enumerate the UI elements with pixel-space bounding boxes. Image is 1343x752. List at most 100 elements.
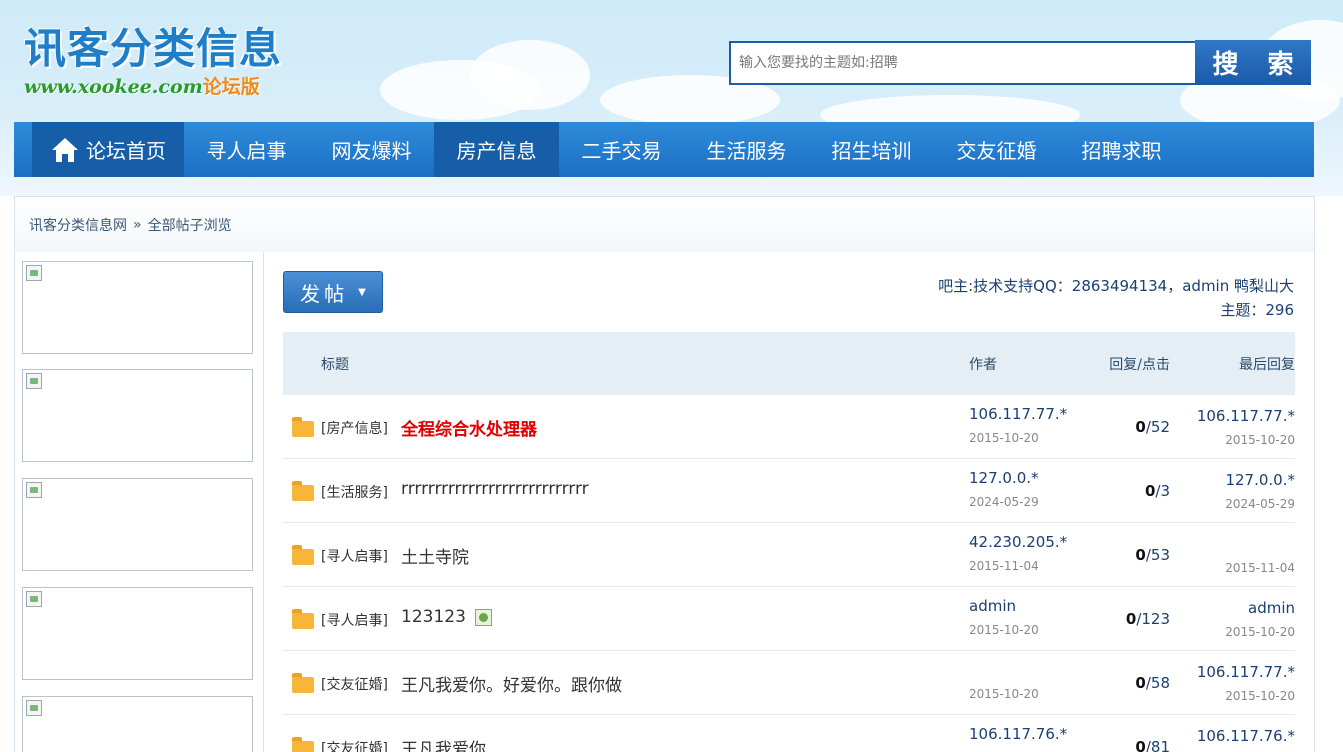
thread-title[interactable]: 全程综合水处理器 <box>401 415 537 440</box>
nav-item-label: 论坛首页 <box>86 139 166 163</box>
header-last-reply: 最后回复 <box>1239 357 1295 373</box>
table-row: [交友征婚] 王凡我爱你 106.117.76.* 2015-10-20 0/8… <box>283 715 1295 752</box>
logo-url-text: www.xookee.com <box>24 76 203 98</box>
cloud-decoration <box>470 40 590 110</box>
site-logo[interactable]: 讯客分类信息 <box>24 24 282 74</box>
image-attachment-icon <box>475 609 492 626</box>
folder-icon <box>292 673 314 693</box>
click-number: /58 <box>1145 674 1170 692</box>
new-post-label: 发帖 <box>300 281 349 306</box>
table-row: [生活服务] rrrrrrrrrrrrrrrrrrrrrrrrrrrr 127.… <box>283 459 1295 523</box>
nav-item-life-services[interactable]: 生活服务 <box>684 122 809 177</box>
nav-item-jobs[interactable]: 招聘求职 <box>1059 122 1184 177</box>
folder-icon <box>292 737 314 752</box>
sidebar <box>14 252 264 752</box>
reply-number: 0 <box>1135 546 1146 564</box>
table-row: [房产信息] 全程综合水处理器 106.117.77.* 2015-10-20 … <box>283 395 1295 459</box>
topic-count: 主题：296 <box>1220 301 1294 319</box>
breadcrumb-separator: » <box>133 216 142 233</box>
thread-author[interactable]: 42.230.205.* <box>969 533 1067 551</box>
last-reply-date: 2024-05-29 <box>1225 497 1295 511</box>
table-header: 标题 作者 回复/点击 最后回复 <box>283 332 1295 395</box>
thread-date: 2015-11-04 <box>969 559 1039 573</box>
reply-number: 0 <box>1144 482 1156 500</box>
thread-date: 2024-05-29 <box>969 495 1039 509</box>
last-reply-user[interactable]: admin <box>1248 599 1295 617</box>
thread-category[interactable]: [交友征婚] <box>321 738 388 752</box>
thread-title[interactable]: 王凡我爱你。好爱你。跟你做 <box>401 671 622 696</box>
thread-date: 2015-10-20 <box>969 687 1039 701</box>
sidebar-ad-image[interactable] <box>22 369 253 462</box>
folder-icon <box>292 545 314 565</box>
last-reply-date: 2015-10-20 <box>1225 433 1295 447</box>
header-replies: 回复/点击 <box>1109 357 1170 373</box>
last-reply-date: 2015-11-04 <box>1225 561 1295 575</box>
breadcrumb: 讯客分类信息网 » 全部帖子浏览 <box>14 196 1315 253</box>
broken-image-icon <box>26 591 42 607</box>
nav-item-netizen-reports[interactable]: 网友爆料 <box>309 122 434 177</box>
nav-item-missing-persons[interactable]: 寻人启事 <box>184 122 309 177</box>
reply-count: 0/3 <box>1145 482 1170 500</box>
last-reply-date: 2015-10-20 <box>1225 625 1295 639</box>
header-title: 标题 <box>321 357 349 373</box>
last-reply-user[interactable]: 106.117.77.* <box>1197 663 1295 681</box>
nav-item-real-estate[interactable]: 房产信息 <box>434 122 559 177</box>
thread-title[interactable]: 土土寺院 <box>401 543 469 568</box>
thread-category[interactable]: [寻人启事] <box>321 546 388 566</box>
thread-category[interactable]: [房产信息] <box>321 418 388 438</box>
last-reply-user[interactable]: 127.0.0.* <box>1225 471 1295 489</box>
last-reply-user[interactable]: 106.117.76.* <box>1197 727 1295 745</box>
header-author: 作者 <box>969 357 997 373</box>
sidebar-ad-image[interactable] <box>22 696 253 752</box>
broken-image-icon <box>26 700 42 716</box>
nav-item-home[interactable]: 论坛首页 <box>32 122 184 177</box>
click-number: /81 <box>1145 738 1170 752</box>
reply-count: 0/123 <box>1126 610 1170 628</box>
search-input[interactable] <box>729 41 1197 85</box>
thread-title[interactable]: rrrrrrrrrrrrrrrrrrrrrrrrrrrr <box>401 479 589 499</box>
folder-icon <box>292 417 314 437</box>
caret-down-icon: ▼ <box>358 286 366 298</box>
table-row: [寻人启事] 土土寺院 42.230.205.* 2015-11-04 0/53… <box>283 523 1295 587</box>
moderator-line: 吧主:技术支持QQ：2863494134，admin 鸭梨山大 <box>938 277 1294 295</box>
nav-item-education[interactable]: 招生培训 <box>809 122 934 177</box>
last-reply-date: 2015-10-20 <box>1225 689 1295 703</box>
logo-edition: 论坛版 <box>202 76 260 98</box>
folder-icon <box>292 481 314 501</box>
new-post-button[interactable]: 发帖 ▼ <box>283 271 383 313</box>
table-row: [交友征婚] 王凡我爱你。好爱你。跟你做 2015-10-20 0/58 106… <box>283 651 1295 715</box>
reply-count: 0/58 <box>1135 674 1170 692</box>
reply-number: 0 <box>1125 610 1137 628</box>
sidebar-ad-image[interactable] <box>22 261 253 354</box>
thread-category[interactable]: [生活服务] <box>321 482 388 502</box>
broken-image-icon <box>26 373 42 389</box>
thread-title[interactable]: 123123 <box>401 607 466 627</box>
folder-icon <box>292 609 314 629</box>
thread-title[interactable]: 王凡我爱你 <box>401 735 486 752</box>
main-nav: 论坛首页 寻人启事 网友爆料 房产信息 二手交易 生活服务 招生培训 交友征婚 … <box>14 122 1314 177</box>
thread-author[interactable]: 106.117.77.* <box>969 405 1067 423</box>
broken-image-icon <box>26 482 42 498</box>
site-logo-url: www.xookee.com论坛版 <box>24 74 260 100</box>
sidebar-ad-image[interactable] <box>22 478 253 571</box>
reply-number: 0 <box>1135 674 1146 692</box>
nav-item-dating[interactable]: 交友征婚 <box>934 122 1059 177</box>
home-icon <box>52 137 78 162</box>
sidebar-ad-image[interactable] <box>22 587 253 680</box>
click-number: /52 <box>1145 418 1170 436</box>
thread-category[interactable]: [交友征婚] <box>321 674 388 694</box>
breadcrumb-current: 全部帖子浏览 <box>147 217 232 234</box>
reply-number: 0 <box>1135 418 1146 436</box>
reply-count: 0/53 <box>1135 546 1170 564</box>
breadcrumb-home-link[interactable]: 讯客分类信息网 <box>29 215 127 235</box>
thread-category[interactable]: [寻人启事] <box>321 610 388 630</box>
last-reply-user[interactable]: 106.117.77.* <box>1197 407 1295 425</box>
click-number: /53 <box>1145 546 1170 564</box>
thread-author[interactable]: 127.0.0.* <box>969 469 1039 487</box>
click-number: /3 <box>1155 482 1170 500</box>
nav-item-second-hand[interactable]: 二手交易 <box>559 122 684 177</box>
thread-author[interactable]: admin <box>969 597 1016 615</box>
thread-author[interactable]: 106.117.76.* <box>969 725 1067 743</box>
search-button[interactable]: 搜 索 <box>1195 40 1311 85</box>
reply-count: 0/52 <box>1135 418 1170 436</box>
